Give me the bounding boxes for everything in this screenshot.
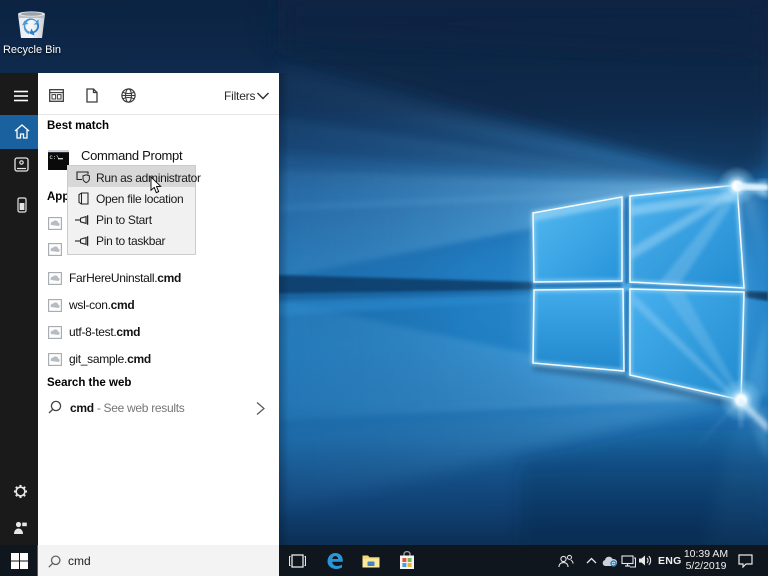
svg-text:C:\: C:\ — [50, 154, 60, 161]
